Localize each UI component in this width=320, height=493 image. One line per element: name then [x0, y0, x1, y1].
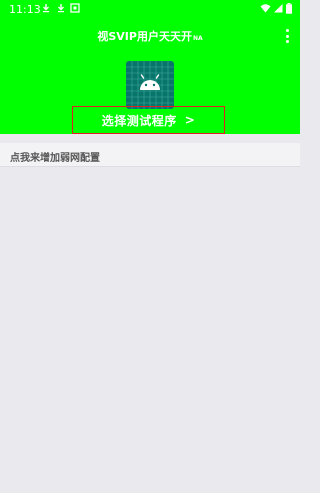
title-text: 视SVIP用户天天开 [97, 30, 192, 43]
more-vert-icon[interactable] [282, 28, 292, 44]
wifi-icon [260, 3, 271, 13]
select-test-program-button[interactable]: 选择测试程序 > [72, 106, 225, 134]
title-suffix: NA [192, 35, 203, 42]
page-title: 视SVIP用户天天开NA [0, 28, 300, 44]
android-robot-icon[interactable] [126, 61, 174, 109]
app-notification-icon [70, 3, 80, 13]
download-icon [56, 3, 66, 13]
config-list-area [0, 168, 300, 493]
select-button-label: 选择测试程序 [101, 113, 177, 128]
status-bar: 11:13 [0, 0, 300, 18]
app-header: 11:13 视SVIP用户天天开NA 选择测试程序 > [0, 0, 300, 134]
battery-icon [286, 3, 292, 14]
download-icon [41, 3, 51, 13]
add-weak-network-config-item[interactable]: 点我来增加弱网配置 [0, 143, 300, 167]
status-time: 11:13 [9, 3, 41, 16]
list-item-label: 点我来增加弱网配置 [10, 153, 100, 164]
chevron-right-icon: > [184, 113, 196, 127]
signal-icon [273, 3, 283, 13]
